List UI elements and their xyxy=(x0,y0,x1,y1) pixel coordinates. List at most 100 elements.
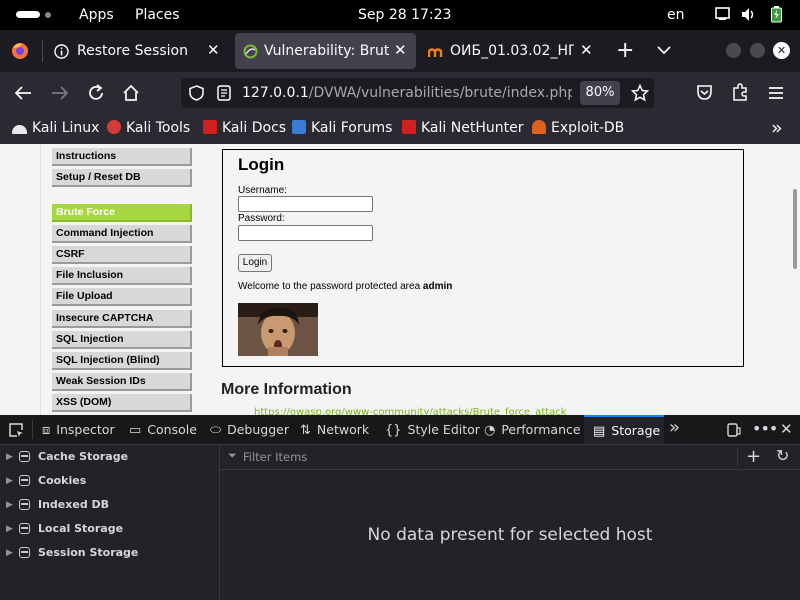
workspace-dot[interactable] xyxy=(45,12,51,18)
maximize-window-icon[interactable] xyxy=(750,43,765,58)
bookmark-kali-docs[interactable]: Kali Docs xyxy=(203,120,286,136)
menu-file-inclusion[interactable]: File Inclusion xyxy=(52,267,192,285)
devtools-tab-inspector[interactable]: ⧈ Inspector xyxy=(42,415,115,444)
console-icon: ▭ xyxy=(129,423,142,438)
tab-vulnerability-brute[interactable]: Vulnerability: Brute ✕ xyxy=(235,33,416,69)
responsive-design-icon[interactable] xyxy=(727,423,741,437)
performance-icon: ◔ xyxy=(484,423,496,438)
toolbar-separator xyxy=(32,420,33,439)
menu-weak-session-ids[interactable]: Weak Session IDs xyxy=(52,373,192,391)
kali-dragon-icon xyxy=(12,125,27,134)
new-tab-icon[interactable]: + xyxy=(616,38,634,63)
bookmark-kali-linux[interactable]: Kali Linux xyxy=(12,120,99,136)
password-input[interactable] xyxy=(238,225,373,241)
devtools-tab-debugger[interactable]: ⬭ Debugger xyxy=(210,415,289,444)
menu-sql-injection[interactable]: SQL Injection xyxy=(52,331,192,349)
welcome-message: Welcome to the password protected area a… xyxy=(238,281,453,292)
close-tab-icon[interactable]: ✕ xyxy=(207,41,220,59)
storage-item-local-storage[interactable]: ▶ Local Storage xyxy=(0,517,219,541)
workspace-indicator[interactable] xyxy=(16,11,40,18)
close-tab-icon[interactable]: ✕ xyxy=(580,41,593,59)
refresh-icon[interactable]: ↻ xyxy=(776,446,789,465)
expand-arrow-icon[interactable]: ▶ xyxy=(6,517,13,541)
firefox-menu-icon[interactable] xyxy=(11,42,29,60)
volume-icon[interactable] xyxy=(741,7,756,22)
more-information-link[interactable]: https://owasp.org/www-community/attacks/… xyxy=(254,407,567,415)
pocket-icon[interactable] xyxy=(696,84,713,101)
bookmark-kali-tools[interactable]: Kali Tools xyxy=(107,120,190,136)
menu-xss-dom[interactable]: XSS (DOM) xyxy=(52,394,192,412)
password-label: Password: xyxy=(238,213,285,224)
battery-icon[interactable] xyxy=(771,6,782,23)
add-item-icon[interactable]: + xyxy=(746,446,761,467)
more-bookmarks-icon[interactable]: » xyxy=(771,117,783,139)
devtools-tab-style-editor[interactable]: {} Style Editor xyxy=(385,415,480,444)
minimize-window-icon[interactable] xyxy=(726,43,741,58)
screen-icon[interactable] xyxy=(715,7,730,21)
storage-item-session-storage[interactable]: ▶ Session Storage xyxy=(0,541,219,565)
storage-item-indexed-db[interactable]: ▶ Indexed DB xyxy=(0,493,219,517)
bookmark-exploit-db[interactable]: Exploit-DB xyxy=(532,120,624,136)
devtools-toolbar: ⧈ Inspector ▭ Console ⬭ Debugger ⇅ Network {… xyxy=(0,415,800,445)
devtools-tab-storage[interactable]: ▤ Storage xyxy=(584,415,664,444)
language-indicator[interactable]: en xyxy=(667,7,685,23)
dvwa-icon xyxy=(243,44,258,59)
filter-items-input[interactable]: Filter Items xyxy=(243,450,307,464)
bookmark-star-icon[interactable] xyxy=(631,84,649,102)
menu-setup-reset-db[interactable]: Setup / Reset DB xyxy=(52,169,192,187)
expand-arrow-icon[interactable]: ▶ xyxy=(6,541,13,565)
expand-arrow-icon[interactable]: ▶ xyxy=(6,493,13,517)
devtools-tab-network[interactable]: ⇅ Network xyxy=(300,415,369,444)
login-button[interactable]: Login xyxy=(238,254,272,272)
menu-instructions[interactable]: Instructions xyxy=(52,148,192,166)
list-all-tabs-icon[interactable] xyxy=(657,46,671,55)
expand-arrow-icon[interactable]: ▶ xyxy=(6,445,13,469)
storage-item-cache-storage[interactable]: ▶ Cache Storage xyxy=(0,445,219,469)
zoom-level-button[interactable]: 80% xyxy=(580,81,620,105)
page-scrollbar[interactable] xyxy=(793,189,797,269)
login-title: Login xyxy=(238,155,285,174)
back-icon[interactable] xyxy=(14,85,32,101)
site-info-icon[interactable] xyxy=(217,85,231,101)
reload-icon[interactable] xyxy=(87,84,105,102)
menu-command-injection[interactable]: Command Injection xyxy=(52,225,192,243)
apps-menu[interactable]: Apps xyxy=(79,7,114,23)
url-text[interactable]: 127.0.0.1/DVWA/vulnerabilities/brute/ind… xyxy=(242,85,572,101)
extensions-icon[interactable] xyxy=(732,83,749,101)
tab-label: Vulnerability: Brute xyxy=(264,43,389,59)
element-picker-icon[interactable] xyxy=(8,422,24,438)
bookmark-kali-nethunter[interactable]: Kali NetHunter xyxy=(402,120,523,136)
tab-restore-session[interactable]: Restore Session ✕ xyxy=(44,33,230,69)
close-devtools-icon[interactable]: ✕ xyxy=(780,420,793,438)
menu-sql-injection-blind[interactable]: SQL Injection (Blind) xyxy=(52,352,192,370)
navigation-toolbar: 127.0.0.1/DVWA/vulnerabilities/brute/ind… xyxy=(0,72,800,114)
menu-brute-force[interactable]: Brute Force xyxy=(52,204,192,222)
storage-item-cookies[interactable]: ▶ Cookies xyxy=(0,469,219,493)
kali-tools-icon xyxy=(107,120,121,134)
menu-csrf[interactable]: CSRF xyxy=(52,246,192,264)
clock[interactable]: Sep 28 17:23 xyxy=(358,7,451,23)
tab-oib[interactable]: ОИБ_01.03.02_НПК ✕ xyxy=(420,33,602,69)
login-panel: Login Username: Password: Login Welcome … xyxy=(222,149,744,367)
storage-filter-bar: ⏷ Filter Items + ↻ xyxy=(220,445,800,470)
places-menu[interactable]: Places xyxy=(135,7,180,23)
username-input[interactable] xyxy=(238,196,373,212)
close-window-icon[interactable]: ✕ xyxy=(773,42,790,59)
home-icon[interactable] xyxy=(122,84,140,102)
close-tab-icon[interactable]: ✕ xyxy=(394,41,407,59)
devtools-options-icon[interactable]: ••• xyxy=(752,419,778,438)
storage-sidebar: ▶ Cache Storage ▶ Cookies ▶ Indexed DB ▶ Loc… xyxy=(0,445,220,600)
expand-arrow-icon[interactable]: ▶ xyxy=(6,469,13,493)
url-bar[interactable]: 127.0.0.1/DVWA/vulnerabilities/brute/ind… xyxy=(181,78,654,108)
tracking-protection-shield-icon[interactable] xyxy=(189,85,204,101)
devtools-tab-console[interactable]: ▭ Console xyxy=(129,415,197,444)
menu-file-upload[interactable]: File Upload xyxy=(52,288,192,306)
devtools-tab-performance[interactable]: ◔ Performance xyxy=(484,415,581,444)
menu-insecure-captcha[interactable]: Insecure CAPTCHA xyxy=(52,310,192,328)
hamburger-menu-icon[interactable] xyxy=(768,86,784,100)
style-editor-icon: {} xyxy=(385,423,402,438)
web-page: Instructions Setup / Reset DB Brute Forc… xyxy=(0,144,800,415)
bookmark-kali-forums[interactable]: Kali Forums xyxy=(292,120,392,136)
forward-icon[interactable] xyxy=(51,85,69,101)
more-tools-icon[interactable]: » xyxy=(669,417,680,438)
